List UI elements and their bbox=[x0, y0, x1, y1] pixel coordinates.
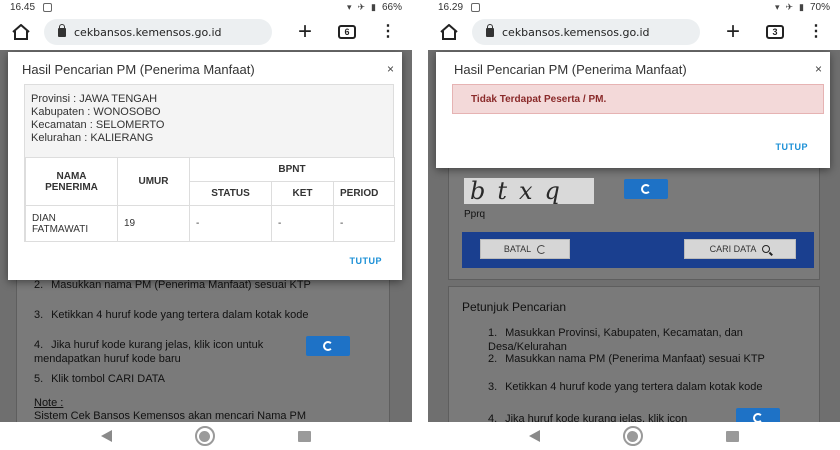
refresh-captcha-button[interactable] bbox=[736, 408, 780, 422]
step-item: 2. Masukkan nama PM (Penerima Manfaat) s… bbox=[34, 279, 311, 291]
cell-period: - bbox=[332, 205, 396, 242]
cell-nama: DIAN FATMAWATI bbox=[25, 205, 118, 242]
new-tab-icon[interactable]: + bbox=[726, 20, 740, 44]
url-text: cekbansos.kemensos.go.id bbox=[74, 25, 222, 39]
browser-toolbar: cekbansos.kemensos.go.id + 3 ⋮ bbox=[428, 14, 840, 50]
notification-icon bbox=[43, 2, 53, 12]
lock-icon bbox=[58, 23, 66, 37]
battery-icon: ▮ bbox=[371, 1, 376, 12]
recent-apps-icon[interactable] bbox=[725, 430, 739, 442]
cari-data-button[interactable]: CARI DATA bbox=[684, 239, 796, 259]
info-kecamatan: Kecamatan : SELOMERTO bbox=[31, 119, 165, 131]
new-tab-icon[interactable]: + bbox=[298, 20, 312, 44]
page-content: btxq Pprq BATAL CARI DATA Petunjuk Penca… bbox=[428, 50, 840, 422]
result-modal: Hasil Pencarian PM (Penerima Manfaat) × … bbox=[436, 52, 830, 168]
url-text: cekbansos.kemensos.go.id bbox=[502, 25, 650, 39]
location-info: Provinsi : JAWA TENGAH Kabupaten : WONOS… bbox=[24, 84, 396, 242]
action-bar: BATAL CARI DATA bbox=[462, 232, 814, 268]
note-title: Note : bbox=[34, 397, 64, 409]
notification-icon bbox=[471, 2, 481, 12]
refresh-icon bbox=[323, 341, 333, 351]
close-icon[interactable]: × bbox=[815, 62, 822, 76]
lock-icon bbox=[486, 23, 494, 37]
tutup-button[interactable]: TUTUP bbox=[350, 256, 383, 266]
cari-label: CARI DATA bbox=[709, 244, 757, 254]
system-navbar bbox=[0, 422, 412, 450]
step-item: 3. Ketikkan 4 huruf kode yang tertera da… bbox=[488, 381, 763, 393]
tutup-button[interactable]: TUTUP bbox=[776, 142, 809, 152]
battery-percent: 70% bbox=[809, 1, 830, 13]
airplane-icon: ✈ bbox=[785, 1, 794, 12]
info-kelurahan: Kelurahan : KALIERANG bbox=[31, 132, 154, 144]
phone-screen-right: 16.29 ▾ ✈ ▮ 70% cekbansos.kemensos.go.id… bbox=[428, 0, 840, 450]
step-item: 4. Jika huruf kode kurang jelas, klik ic… bbox=[488, 413, 688, 422]
batal-button[interactable]: BATAL bbox=[480, 239, 570, 259]
recent-apps-icon[interactable] bbox=[297, 430, 311, 442]
step-item: 5. Klik tombol CARI DATA bbox=[34, 373, 165, 385]
step-item: 2. Masukkan nama PM (Penerima Manfaat) s… bbox=[488, 353, 765, 365]
step-item: 1. Masukkan Provinsi, Kabupaten, Kecamat… bbox=[488, 327, 743, 353]
header-status: STATUS bbox=[189, 181, 272, 206]
cell-status: - bbox=[189, 205, 272, 242]
header-ket: KET bbox=[271, 181, 334, 206]
back-icon[interactable] bbox=[101, 430, 113, 442]
status-time: 16.29 bbox=[438, 1, 464, 13]
captcha-input[interactable]: Pprq bbox=[464, 208, 485, 222]
header-bpnt: BPNT bbox=[188, 157, 396, 182]
home-icon[interactable] bbox=[436, 19, 462, 45]
reset-icon bbox=[537, 244, 547, 254]
tab-switcher-button[interactable]: 6 bbox=[338, 25, 357, 39]
close-icon[interactable]: × bbox=[387, 62, 394, 76]
refresh-captcha-button[interactable] bbox=[306, 336, 350, 356]
phone-screen-left: 16.45 ▾ ✈ ▮ 66% cekbansos.kemensos.go.id… bbox=[0, 0, 412, 450]
home-nav-icon[interactable] bbox=[622, 426, 643, 446]
browser-toolbar: cekbansos.kemensos.go.id + 6 ⋮ bbox=[0, 14, 412, 50]
result-table: NAMA PENERIMA UMUR BPNT STATUS KET PERIO… bbox=[25, 157, 396, 242]
table-row: DIAN FATMAWATI 19 - - - bbox=[25, 205, 396, 242]
battery-icon: ▮ bbox=[799, 1, 804, 12]
page-content: 2. Masukkan nama PM (Penerima Manfaat) s… bbox=[0, 50, 412, 422]
status-bar: 16.29 ▾ ✈ ▮ 70% bbox=[428, 0, 840, 14]
tab-switcher-button[interactable]: 3 bbox=[766, 25, 785, 39]
airplane-icon: ✈ bbox=[357, 1, 366, 12]
header-umur: UMUR bbox=[117, 157, 190, 206]
note-text: Sistem Cek Bansos Kemensos akan mencari … bbox=[34, 410, 307, 422]
address-bar[interactable]: cekbansos.kemensos.go.id bbox=[44, 19, 272, 45]
captcha-image: btxq bbox=[464, 178, 594, 204]
batal-label: BATAL bbox=[503, 244, 532, 254]
search-icon bbox=[762, 245, 771, 253]
status-bar: 16.45 ▾ ✈ ▮ 66% bbox=[0, 0, 412, 14]
menu-kebab-icon[interactable]: ⋮ bbox=[380, 24, 396, 40]
modal-title: Hasil Pencarian PM (Penerima Manfaat) bbox=[22, 62, 255, 77]
petunjuk-title: Petunjuk Pencarian bbox=[462, 300, 567, 314]
address-bar[interactable]: cekbansos.kemensos.go.id bbox=[472, 19, 700, 45]
signal-icon: ▾ bbox=[346, 1, 352, 12]
home-nav-icon[interactable] bbox=[194, 426, 215, 446]
status-time: 16.45 bbox=[10, 1, 36, 13]
header-nama: NAMA PENERIMA bbox=[25, 157, 118, 206]
header-period: PERIOD bbox=[332, 181, 396, 206]
step-item: 4. Jika huruf kode kurang jelas, klik ic… bbox=[34, 339, 264, 365]
cell-umur: 19 bbox=[117, 205, 190, 242]
battery-percent: 66% bbox=[381, 1, 402, 13]
menu-kebab-icon[interactable]: ⋮ bbox=[808, 24, 824, 40]
refresh-icon bbox=[753, 413, 763, 422]
home-icon[interactable] bbox=[8, 19, 34, 45]
no-result-alert: Tidak Terdapat Peserta / PM. bbox=[452, 84, 824, 114]
modal-title: Hasil Pencarian PM (Penerima Manfaat) bbox=[454, 62, 687, 77]
step-item: 3. Ketikkan 4 huruf kode yang tertera da… bbox=[34, 309, 309, 321]
refresh-captcha-button[interactable] bbox=[624, 179, 668, 199]
cell-ket: - bbox=[271, 205, 334, 242]
refresh-icon bbox=[641, 184, 651, 194]
system-navbar bbox=[428, 422, 840, 450]
back-icon[interactable] bbox=[529, 430, 541, 442]
info-provinsi: Provinsi : JAWA TENGAH bbox=[31, 93, 158, 105]
signal-icon: ▾ bbox=[774, 1, 780, 12]
info-kabupaten: Kabupaten : WONOSOBO bbox=[31, 106, 161, 118]
result-modal: Hasil Pencarian PM (Penerima Manfaat) × … bbox=[8, 52, 402, 280]
